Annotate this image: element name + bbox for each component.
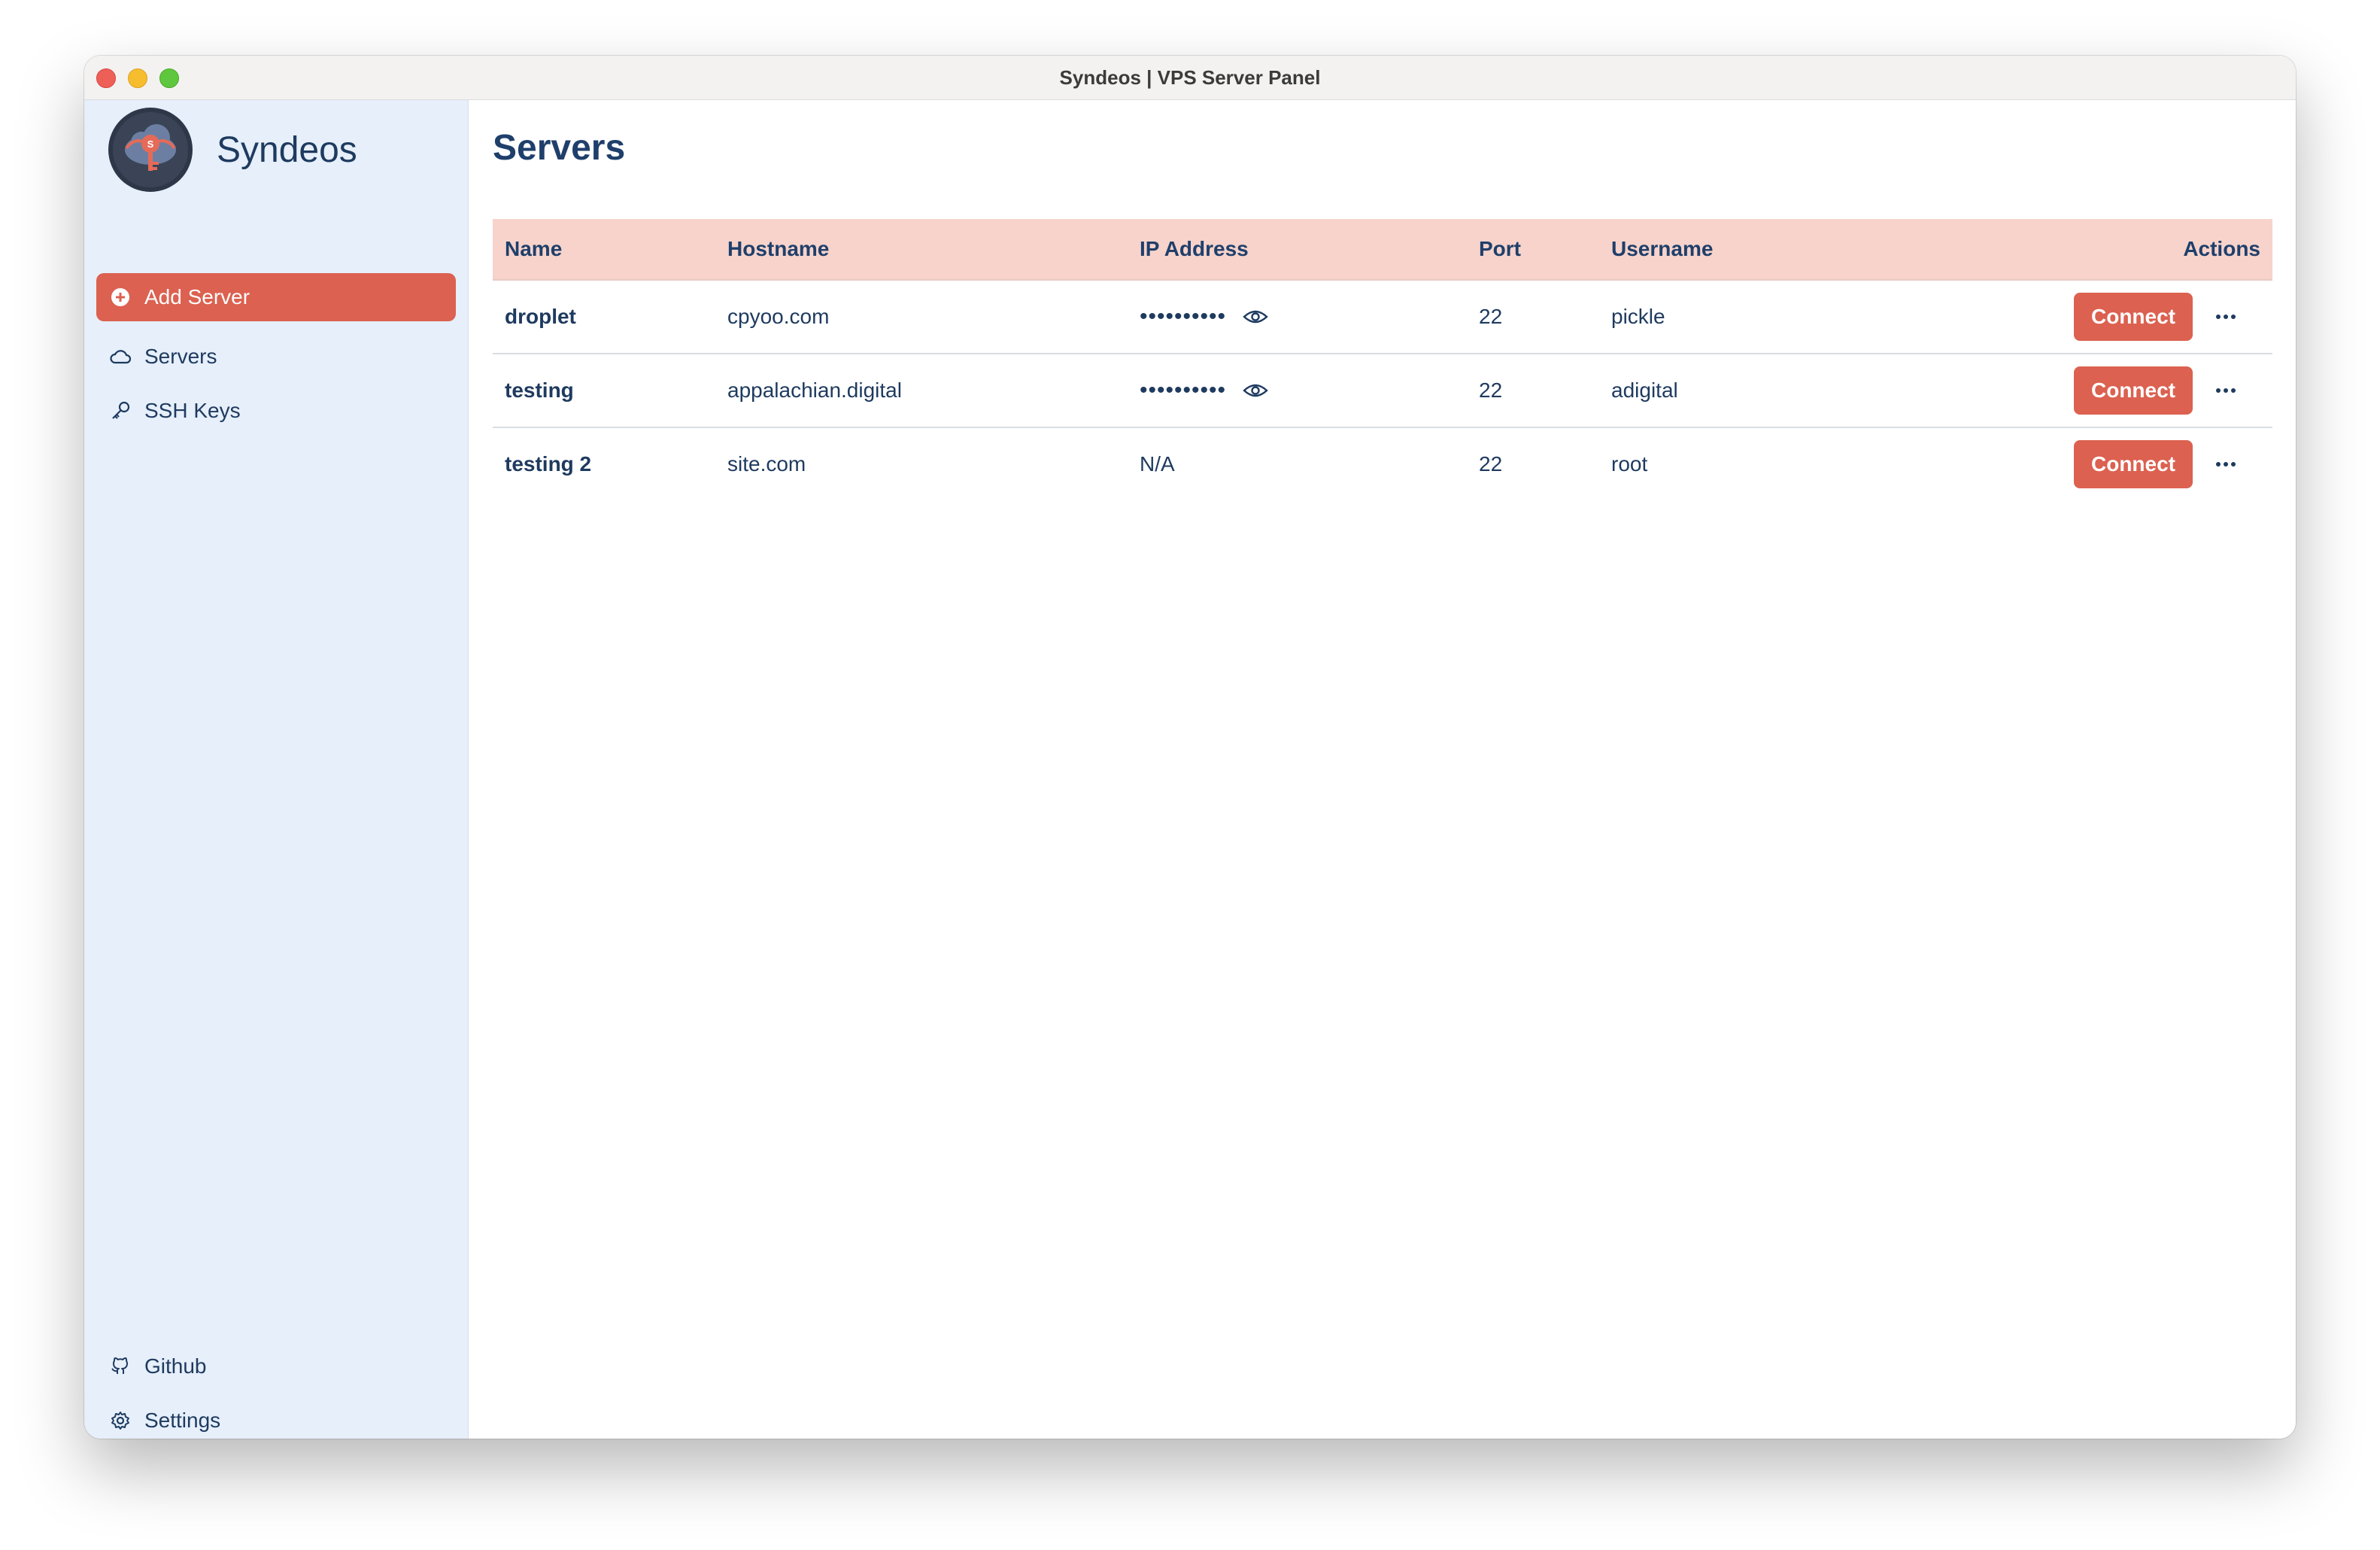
window-controls	[96, 68, 179, 88]
server-name: droplet	[505, 305, 576, 328]
sidebar-item-label: Servers	[144, 345, 217, 368]
ip-address-masked: ••••••••••	[1140, 304, 1227, 329]
add-server-button[interactable]: Add Server	[96, 273, 456, 321]
add-server-label: Add Server	[144, 285, 250, 308]
connect-button[interactable]: Connect	[2074, 366, 2193, 415]
sidebar-item-label: Settings	[144, 1409, 221, 1432]
more-options-icon[interactable]	[2211, 377, 2241, 404]
server-username: root	[1611, 452, 1648, 476]
ip-address-masked: ••••••••••	[1140, 378, 1227, 403]
app-logo-icon: S	[108, 108, 193, 192]
app-window: Syndeos | VPS Server Panel S Syndeos Add…	[84, 56, 2296, 1439]
sidebar-item-github[interactable]: Github	[96, 1342, 456, 1390]
eye-icon[interactable]	[1243, 303, 1270, 330]
column-header-hostname: Hostname	[727, 237, 830, 260]
server-username: pickle	[1611, 305, 1665, 328]
column-header-port: Port	[1479, 237, 1521, 260]
page-title: Servers	[493, 128, 626, 168]
brand-name: Syndeos	[217, 129, 357, 170]
gear-icon	[108, 1409, 132, 1433]
svg-text:S: S	[147, 138, 154, 150]
server-hostname: site.com	[727, 452, 806, 476]
cloud-icon	[108, 345, 132, 369]
server-port: 22	[1479, 305, 1503, 328]
server-hostname: appalachian.digital	[727, 378, 902, 402]
window-title: Syndeos | VPS Server Panel	[1059, 65, 1321, 89]
plus-circle-icon	[108, 285, 132, 309]
server-name: testing	[505, 378, 574, 402]
sidebar: S Syndeos Add Server Servers SSH Keys Gi…	[84, 100, 469, 1439]
sidebar-item-settings[interactable]: Settings	[96, 1397, 456, 1439]
github-icon	[108, 1354, 132, 1378]
server-hostname: cpyoo.com	[727, 305, 830, 328]
column-header-actions: Actions	[2183, 237, 2260, 260]
sidebar-item-label: SSH Keys	[144, 399, 241, 422]
ip-address-cell: ••••••••••	[1140, 281, 1270, 353]
connect-button[interactable]: Connect	[2074, 293, 2193, 341]
sidebar-item-ssh-keys[interactable]: SSH Keys	[96, 387, 456, 435]
servers-table: Name Hostname IP Address Port Username A…	[493, 219, 2272, 500]
minimize-window-button[interactable]	[128, 68, 147, 88]
column-header-username: Username	[1611, 237, 1714, 260]
more-options-icon[interactable]	[2211, 451, 2241, 478]
column-header-ip-address: IP Address	[1140, 237, 1249, 260]
close-window-button[interactable]	[96, 68, 116, 88]
sidebar-item-servers[interactable]: Servers	[96, 333, 456, 381]
eye-icon[interactable]	[1243, 377, 1270, 404]
connect-button[interactable]: Connect	[2074, 440, 2193, 488]
server-name: testing 2	[505, 452, 592, 476]
key-icon	[108, 399, 132, 423]
more-options-icon[interactable]	[2211, 303, 2241, 330]
ip-address-cell: ••••••••••	[1140, 354, 1270, 427]
server-username: adigital	[1611, 378, 1678, 402]
title-bar: Syndeos | VPS Server Panel	[84, 56, 2296, 100]
zoom-window-button[interactable]	[159, 68, 179, 88]
brand: S Syndeos	[108, 108, 357, 192]
server-port: 22	[1479, 378, 1503, 402]
server-port: 22	[1479, 452, 1503, 476]
column-header-name: Name	[505, 237, 563, 260]
table-row[interactable]: testing 2 site.com N/A 22 root Connect	[493, 428, 2272, 500]
main-content: Servers Name Hostname IP Address Port Us…	[469, 100, 2296, 1439]
table-header: Name Hostname IP Address Port Username A…	[493, 219, 2272, 281]
sidebar-item-label: Github	[144, 1354, 207, 1378]
ip-address-value: N/A	[1140, 452, 1175, 476]
ip-address-cell: N/A	[1140, 428, 1175, 500]
table-row[interactable]: testing appalachian.digital •••••••••• 2…	[493, 354, 2272, 428]
table-row[interactable]: droplet cpyoo.com •••••••••• 22 pickle C…	[493, 281, 2272, 354]
